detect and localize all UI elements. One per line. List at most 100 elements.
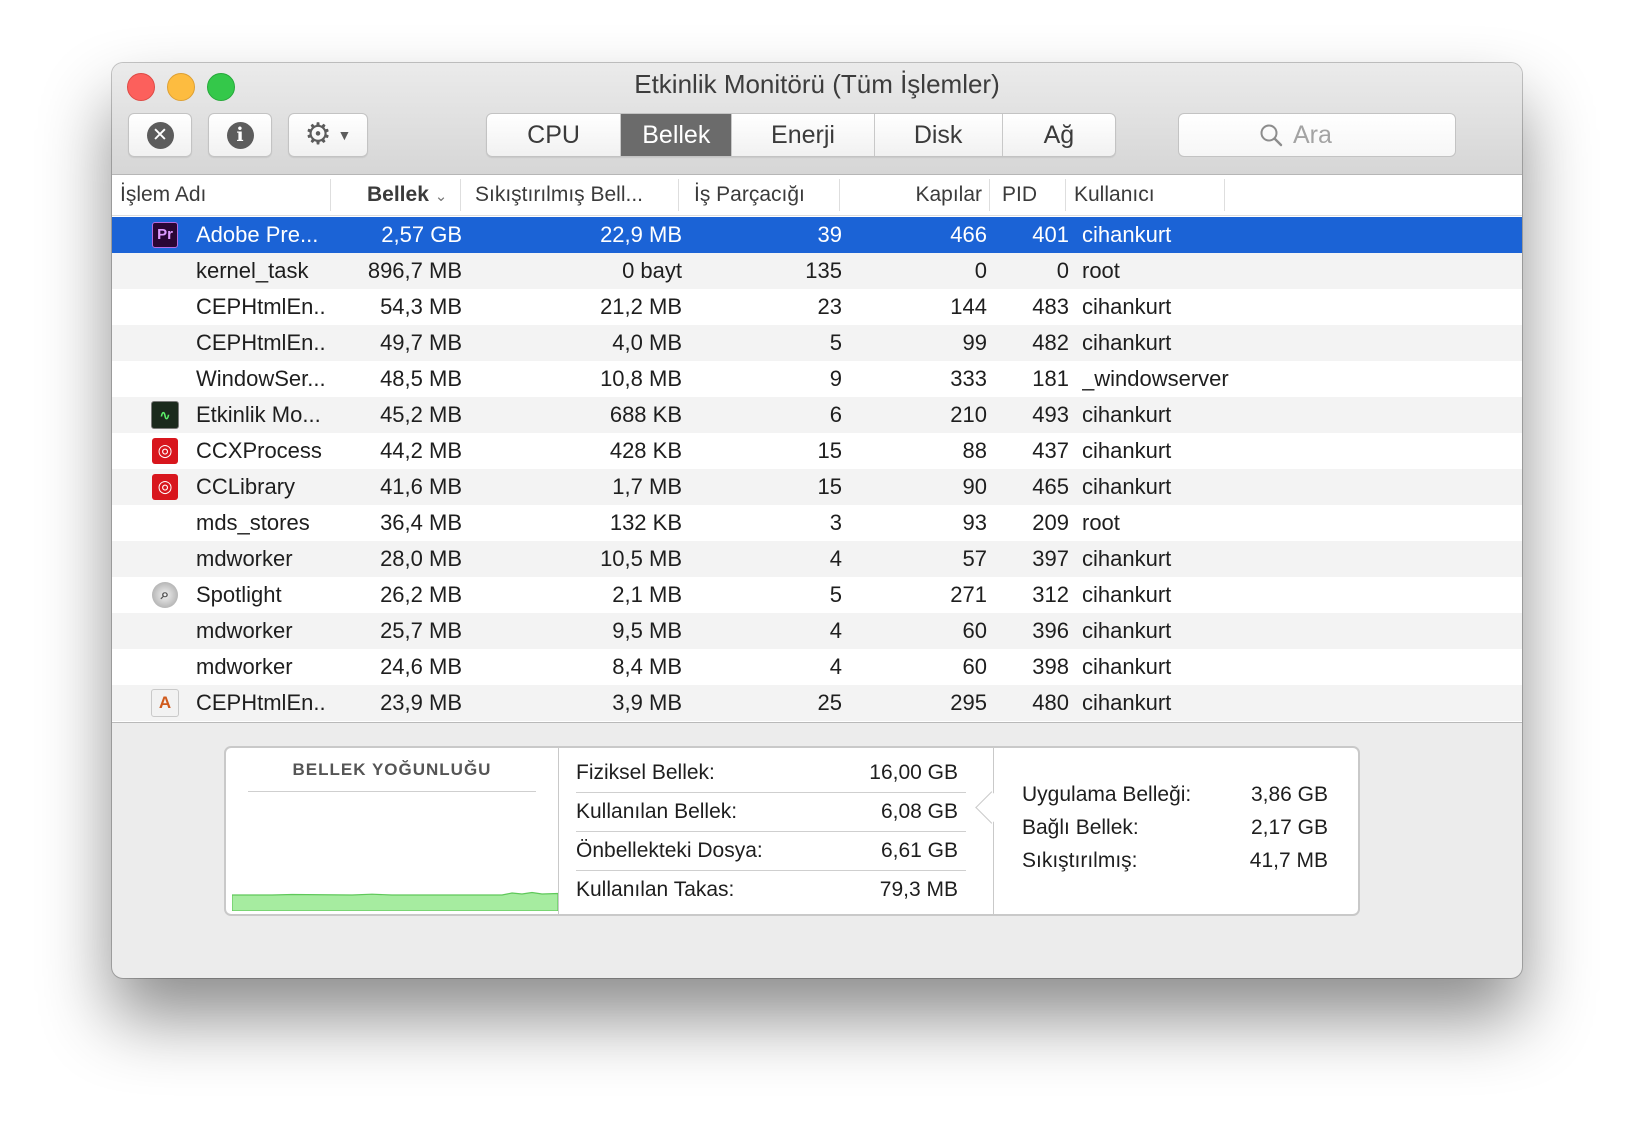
- window-title: Etkinlik Monitörü (Tüm İşlemler): [634, 69, 1000, 99]
- table-row[interactable]: mdworker 24,6 MB 8,4 MB 4 60 398 cihankurt: [112, 649, 1522, 685]
- threads-cell: 6: [829, 402, 842, 427]
- stop-process-button[interactable]: ✕: [128, 113, 192, 157]
- stat-value: 6,08 GB: [880, 800, 958, 823]
- process-name-cell: WindowSer...: [196, 366, 326, 391]
- pid-cell: 465: [1032, 474, 1069, 499]
- table-row[interactable]: mds_stores 36,4 MB 132 KB 3 93 209 root: [112, 505, 1522, 541]
- process-icon-cell: A: [150, 685, 180, 721]
- user-cell: cihankurt: [1082, 474, 1172, 499]
- column-header-user[interactable]: Kullanıcı: [1074, 175, 1214, 215]
- process-icon-cell: [150, 721, 180, 722]
- pid-cell: 209: [1032, 510, 1069, 535]
- tab-memory[interactable]: Bellek: [621, 114, 733, 156]
- table-header: İşlem Adı Bellek ⌄ Sıkıştırılmış Bell...…: [112, 175, 1522, 216]
- column-header-memory[interactable]: Bellek ⌄: [367, 175, 457, 215]
- column-header-process-name[interactable]: İşlem Adı: [120, 175, 320, 215]
- ports-cell: 271: [950, 582, 987, 607]
- table-row[interactable]: WindowSer... 48,5 MB 10,8 MB 9 333 181 _window…: [112, 361, 1522, 397]
- stat-label: Kullanılan Takas:: [576, 878, 735, 901]
- process-icon-cell: [150, 505, 180, 541]
- column-header-compressed-memory[interactable]: Sıkıştırılmış Bell...: [475, 175, 675, 215]
- memory-cell: 2,57 GB: [381, 222, 462, 247]
- threads-cell: 5: [829, 330, 842, 355]
- process-name-cell: kernel_task: [196, 258, 309, 283]
- compressed-memory-cell: 9,5 MB: [612, 618, 682, 643]
- user-cell: cihankurt: [1082, 690, 1172, 715]
- compressed-memory-cell: 428 KB: [609, 438, 682, 463]
- table-row[interactable]: mds 23,0 MB 376 KB 7 303 62 root: [112, 721, 1522, 722]
- column-header-memory-label: Bellek: [367, 183, 429, 206]
- compressed-memory-cell: 376 KB: [472, 721, 682, 722]
- creative-cloud-icon: ◎: [152, 438, 178, 464]
- stat-label: Uygulama Belleği:: [1022, 783, 1192, 806]
- pointer-arrow: [975, 791, 1008, 824]
- compressed-memory-cell: 0 bayt: [622, 258, 682, 283]
- stat-compressed: Sıkıştırılmış: 41,7 MB: [1022, 844, 1332, 877]
- tab-energy[interactable]: Enerji: [732, 114, 875, 156]
- divider: [248, 791, 536, 792]
- sort-descending-icon: ⌄: [434, 188, 448, 205]
- user-cell: cihankurt: [1082, 618, 1172, 643]
- process-icon-cell: [150, 649, 180, 685]
- category-tabs: CPU Bellek Enerji Disk Ağ: [486, 113, 1116, 157]
- threads-cell: 3: [829, 510, 842, 535]
- inspect-process-button[interactable]: i: [208, 113, 272, 157]
- search-input[interactable]: [1291, 119, 1375, 151]
- threads-cell: 4: [829, 654, 842, 679]
- divider: [993, 748, 994, 914]
- stat-label: Bağlı Bellek:: [1022, 816, 1139, 839]
- search-field[interactable]: [1178, 113, 1456, 157]
- table-row[interactable]: Pr Adobe Pre... 2,57 GB 22,9 MB 39 466 401 ciha…: [112, 217, 1522, 253]
- threads-cell: 9: [829, 366, 842, 391]
- compressed-memory-cell: 2,1 MB: [612, 582, 682, 607]
- column-header-threads[interactable]: İş Parçacığı: [694, 175, 834, 215]
- table-row[interactable]: CEPHtmlEn... 54,3 MB 21,2 MB 23 144 483 cihank…: [112, 289, 1522, 325]
- table-row[interactable]: ◎ CCLibrary 41,6 MB 1,7 MB 15 90 465 cihankurt: [112, 469, 1522, 505]
- process-icon-cell: ⌕: [150, 577, 180, 613]
- search-icon: [1260, 124, 1283, 147]
- tab-disk[interactable]: Disk: [875, 114, 1003, 156]
- table-row[interactable]: ◎ CCXProcess 44,2 MB 428 KB 15 88 437 cihankurt: [112, 433, 1522, 469]
- stat-label: Sıkıştırılmış:: [1022, 849, 1138, 872]
- threads-cell: 7: [692, 721, 842, 722]
- table-row[interactable]: mdworker 25,7 MB 9,5 MB 4 60 396 cihankurt: [112, 613, 1522, 649]
- user-cell: root: [1082, 510, 1120, 535]
- tab-network[interactable]: Ağ: [1003, 114, 1115, 156]
- table-row[interactable]: A CEPHtmlEn... 23,9 MB 3,9 MB 25 295 480 cihank…: [112, 685, 1522, 721]
- stat-physical-memory: Fiziksel Bellek: 16,00 GB: [576, 754, 966, 793]
- table-row[interactable]: kernel_task 896,7 MB 0 bayt 135 0 0 root: [112, 253, 1522, 289]
- chevron-down-icon: ▼: [337, 127, 352, 143]
- stat-cached-files: Önbellekteki Dosya: 6,61 GB: [576, 832, 966, 871]
- process-name-cell: mdworker: [196, 546, 293, 571]
- stat-label: Önbellekteki Dosya:: [576, 839, 763, 862]
- stat-memory-used: Kullanılan Bellek: 6,08 GB: [576, 793, 966, 832]
- ports-cell: 466: [950, 222, 987, 247]
- table-row[interactable]: CEPHtmlEn... 49,7 MB 4,0 MB 5 99 482 cihankurt: [112, 325, 1522, 361]
- ports-cell: 303: [852, 721, 987, 722]
- tab-cpu[interactable]: CPU: [487, 114, 622, 156]
- ports-cell: 57: [962, 546, 987, 571]
- column-header-ports[interactable]: Kapılar: [852, 175, 982, 215]
- user-cell: cihankurt: [1082, 294, 1172, 319]
- ports-cell: 90: [962, 474, 987, 499]
- memory-cell: 28,0 MB: [380, 546, 462, 571]
- user-cell: cihankurt: [1082, 654, 1172, 679]
- table-row[interactable]: ⌕ Spotlight 26,2 MB 2,1 MB 5 271 312 cihankurt: [112, 577, 1522, 613]
- table-row[interactable]: mdworker 28,0 MB 10,5 MB 4 57 397 cihankurt: [112, 541, 1522, 577]
- pid-cell: 398: [1032, 654, 1069, 679]
- process-name-cell: Adobe Pre...: [196, 222, 319, 247]
- column-header-pid[interactable]: PID: [1002, 175, 1062, 215]
- memory-cell: 48,5 MB: [380, 366, 462, 391]
- x-circle-icon: ✕: [146, 121, 174, 149]
- action-menu-button[interactable]: ⚙ ▼: [288, 113, 368, 157]
- table-row[interactable]: ∿ Etkinlik Mo... 45,2 MB 688 KB 6 210 493 cihan…: [112, 397, 1522, 433]
- spotlight-icon: ⌕: [152, 582, 178, 608]
- pid-cell: 397: [1032, 546, 1069, 571]
- activity-monitor-window: Etkinlik Monitörü (Tüm İşlemler) ✕ i ⚙ ▼…: [112, 63, 1522, 978]
- threads-cell: 4: [829, 546, 842, 571]
- process-name-cell: mdworker: [196, 654, 293, 679]
- process-rows: Pr Adobe Pre... 2,57 GB 22,9 MB 39 466 401 ciha…: [112, 217, 1522, 722]
- memory-breakdown: Uygulama Belleği: 3,86 GB Bağlı Bellek: …: [1022, 778, 1332, 877]
- info-icon: i: [226, 121, 254, 149]
- memory-cell: 36,4 MB: [380, 510, 462, 535]
